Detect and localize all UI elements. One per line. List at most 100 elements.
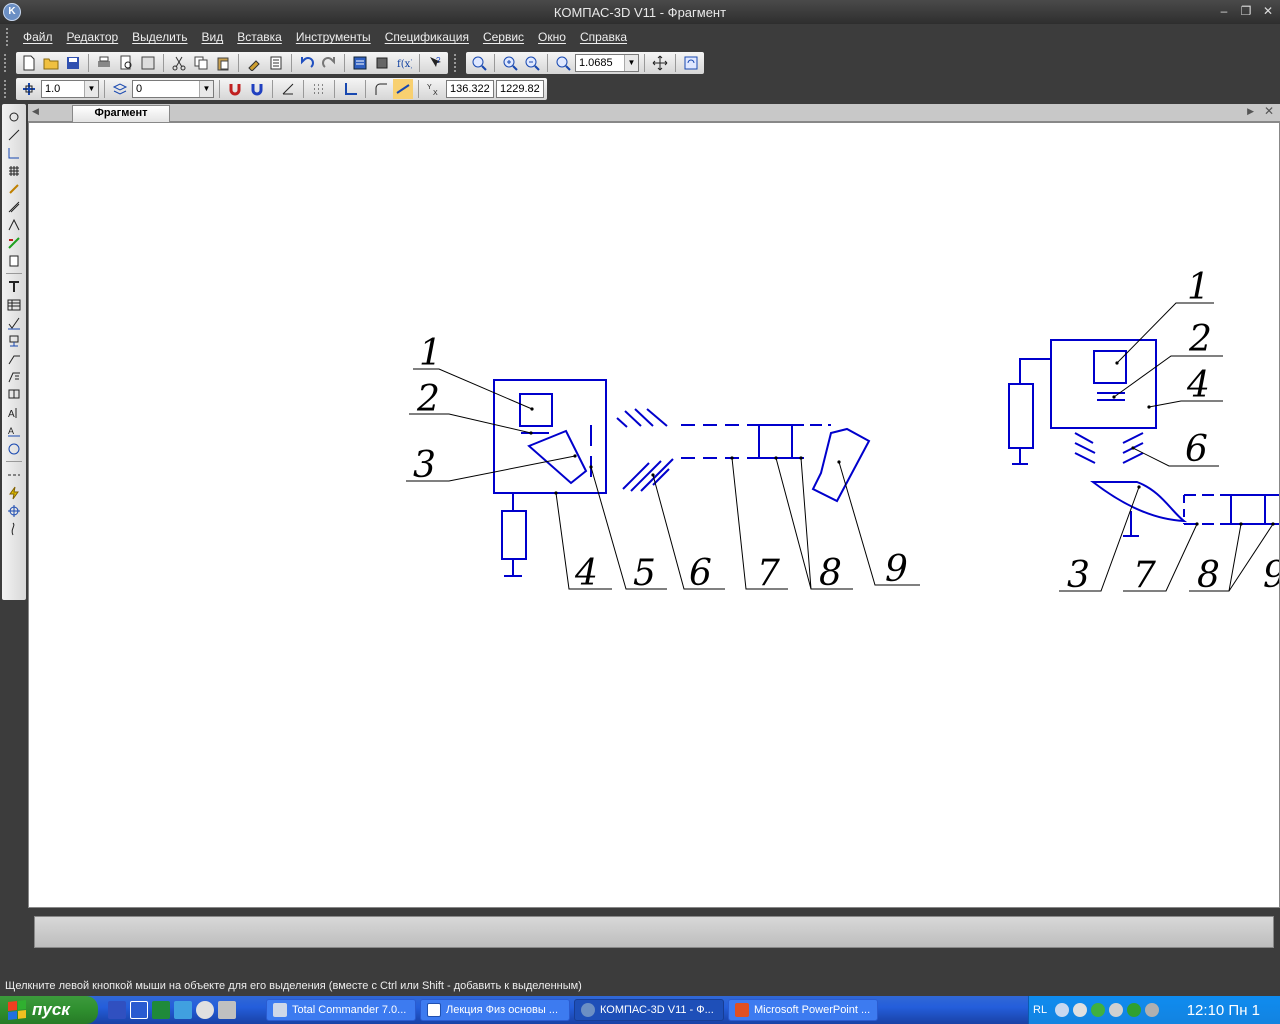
preview-icon[interactable] xyxy=(138,53,158,73)
menu-insert[interactable]: Вставка xyxy=(230,28,289,46)
start-button[interactable]: пуск xyxy=(0,996,98,1024)
paste-icon[interactable] xyxy=(213,53,233,73)
menu-help[interactable]: Справка xyxy=(573,28,634,46)
toolbar-grip[interactable] xyxy=(454,54,458,72)
snap-magnet-icon[interactable] xyxy=(225,79,245,99)
chevron-down-icon[interactable]: ▼ xyxy=(624,55,638,71)
tray-arrow-icon[interactable] xyxy=(1055,1003,1070,1017)
toolbar-grip[interactable] xyxy=(4,80,8,98)
menu-specification[interactable]: Спецификация xyxy=(378,28,476,46)
copy-icon[interactable] xyxy=(191,53,211,73)
new-document-icon[interactable] xyxy=(19,53,39,73)
language-indicator[interactable]: RL xyxy=(1033,1004,1047,1016)
step-combo[interactable]: 1.0 ▼ xyxy=(41,80,99,98)
cut-line-icon[interactable] xyxy=(4,440,24,457)
open-folder-icon[interactable] xyxy=(41,53,61,73)
coord-x-field[interactable]: 136.322 xyxy=(446,80,494,98)
task-total-commander[interactable]: Total Commander 7.0... xyxy=(266,999,416,1021)
zoom-combo[interactable]: 1.0685 ▼ xyxy=(575,54,639,72)
tab-scroll-left-icon[interactable]: ◀ xyxy=(32,106,39,117)
measure-icon[interactable] xyxy=(4,198,24,215)
print-icon[interactable] xyxy=(94,53,114,73)
text-icon[interactable] xyxy=(4,278,24,295)
drawing-canvas[interactable]: 1 2 3 4 5 6 7 8 9 1 2 4 6 3 7 8 xyxy=(28,122,1280,908)
close-document-icon[interactable]: ✕ xyxy=(1264,104,1274,118)
pan-icon[interactable] xyxy=(650,53,670,73)
chevron-down-icon[interactable]: ▼ xyxy=(84,81,98,97)
mark-icon[interactable] xyxy=(4,386,24,403)
axis-label-icon[interactable]: A xyxy=(4,404,24,421)
undo-icon[interactable] xyxy=(297,53,317,73)
symbols-icon[interactable] xyxy=(4,144,24,161)
tray-misc-icon[interactable] xyxy=(1145,1003,1160,1017)
quicklaunch-save-icon[interactable] xyxy=(108,1001,126,1019)
chevron-down-icon[interactable]: ▼ xyxy=(199,81,213,97)
spec-icon[interactable] xyxy=(4,252,24,269)
cut-icon[interactable] xyxy=(169,53,189,73)
menu-view[interactable]: Вид xyxy=(195,28,231,46)
selection-icon[interactable] xyxy=(4,216,24,233)
zoom-scale-icon[interactable] xyxy=(553,53,573,73)
round-icon[interactable] xyxy=(371,79,391,99)
task-kompas[interactable]: КОМПАС-3D V11 - Ф... xyxy=(574,999,724,1021)
tray-volume-icon[interactable] xyxy=(1109,1003,1124,1017)
redo-icon[interactable] xyxy=(319,53,339,73)
leader-icon[interactable] xyxy=(4,350,24,367)
base-icon[interactable] xyxy=(4,332,24,349)
menu-service[interactable]: Сервис xyxy=(476,28,531,46)
wave-line-icon[interactable] xyxy=(4,520,24,537)
help-pointer-icon[interactable]: ? xyxy=(425,53,445,73)
minimize-icon[interactable]: – xyxy=(1216,3,1232,19)
quicklaunch-word-icon[interactable] xyxy=(130,1001,148,1019)
quicklaunch-excel-icon[interactable] xyxy=(152,1001,170,1019)
tab-scroll-right-icon[interactable]: ▶ xyxy=(1247,106,1254,117)
grid-step-icon[interactable] xyxy=(19,79,39,99)
geometry-icon[interactable] xyxy=(4,108,24,125)
close-icon[interactable]: ✕ xyxy=(1260,3,1276,19)
menu-file[interactable]: Файл xyxy=(16,28,60,46)
toolbar-grip[interactable] xyxy=(6,28,10,46)
menu-select[interactable]: Выделить xyxy=(125,28,194,46)
refresh-icon[interactable] xyxy=(681,53,701,73)
tray-safely-remove-icon[interactable] xyxy=(1091,1003,1106,1017)
local-snap-icon[interactable] xyxy=(247,79,267,99)
tray-antivirus-icon[interactable] xyxy=(1127,1003,1142,1017)
tab-fragment[interactable]: Фрагмент xyxy=(72,105,170,122)
task-powerpoint[interactable]: Microsoft PowerPoint ... xyxy=(728,999,878,1021)
task-word-lecture[interactable]: Лекция Физ основы ... xyxy=(420,999,570,1021)
layers-icon[interactable] xyxy=(110,79,130,99)
quicklaunch-calculator-icon[interactable] xyxy=(174,1001,192,1019)
manager-icon[interactable] xyxy=(350,53,370,73)
menu-editor[interactable]: Редактор xyxy=(60,28,126,46)
print-preview-icon[interactable] xyxy=(116,53,136,73)
roughness-icon[interactable] xyxy=(4,314,24,331)
local-cs-icon[interactable] xyxy=(340,79,360,99)
parametrization-icon[interactable] xyxy=(4,180,24,197)
menu-tools[interactable]: Инструменты xyxy=(289,28,378,46)
quicklaunch-notepad-icon[interactable] xyxy=(218,1001,236,1019)
library-icon[interactable] xyxy=(372,53,392,73)
zoom-out-icon[interactable] xyxy=(522,53,542,73)
ortho-icon[interactable] xyxy=(278,79,298,99)
dynamic-snap-icon[interactable] xyxy=(393,79,413,99)
format-brush-icon[interactable] xyxy=(244,53,264,73)
coord-y-field[interactable]: 1229.82 xyxy=(496,80,544,98)
flash-icon[interactable] xyxy=(4,484,24,501)
variables-fx-icon[interactable]: f(x) xyxy=(394,53,414,73)
grid-icon[interactable] xyxy=(309,79,329,99)
line-style-icon[interactable] xyxy=(4,466,24,483)
restore-icon[interactable]: ❐ xyxy=(1238,3,1254,19)
toolbar-grip[interactable] xyxy=(4,54,8,72)
dimensions-icon[interactable] xyxy=(4,126,24,143)
edit-icon[interactable] xyxy=(4,162,24,179)
quicklaunch-browser-icon[interactable] xyxy=(196,1001,214,1019)
zoom-in-icon[interactable] xyxy=(500,53,520,73)
tray-network-icon[interactable] xyxy=(1073,1003,1088,1017)
layer-combo[interactable]: 0 ▼ xyxy=(132,80,214,98)
properties-icon[interactable] xyxy=(266,53,286,73)
position-leader-icon[interactable] xyxy=(4,368,24,385)
table-icon[interactable] xyxy=(4,296,24,313)
menu-window[interactable]: Окно xyxy=(531,28,573,46)
associative-view-icon[interactable] xyxy=(4,234,24,251)
zoom-window-icon[interactable] xyxy=(469,53,489,73)
